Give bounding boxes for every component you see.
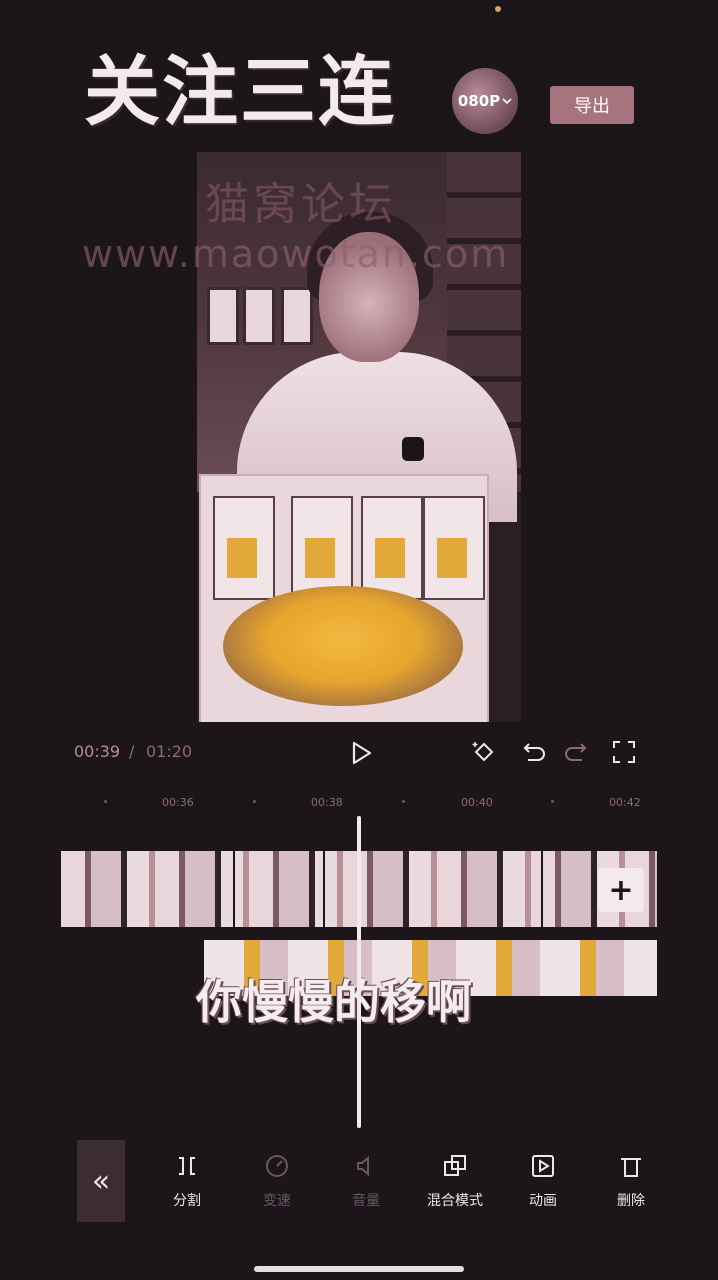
tool-label: 音量: [352, 1193, 380, 1209]
delete-icon: [621, 1158, 641, 1177]
tool-delete[interactable]: 删除: [591, 1152, 671, 1210]
ruler-label: 00:40: [461, 796, 493, 809]
tool-blend-mode[interactable]: 混合模式: [415, 1152, 495, 1210]
tool-label: 变速: [263, 1193, 291, 1209]
total-time: 01:20: [146, 742, 193, 761]
ruler-tick: [402, 800, 405, 803]
preview-food-bowl: [223, 586, 463, 706]
clip-divider: [323, 851, 325, 927]
collapse-toolbar-button[interactable]: «: [77, 1140, 125, 1222]
animation-icon: [532, 1155, 554, 1177]
ruler-label: 00:38: [311, 796, 343, 809]
preview-product-board: [199, 474, 489, 722]
ruler-tick: [551, 800, 554, 803]
home-indicator: [254, 1266, 464, 1272]
ruler-label: 00:36: [162, 796, 194, 809]
tool-label: 分割: [173, 1193, 201, 1209]
split-icon: [179, 1157, 195, 1175]
redo-icon[interactable]: [564, 738, 592, 766]
clip-divider: [233, 851, 235, 927]
preview-bottle: [207, 287, 239, 345]
clip-divider: [541, 851, 543, 927]
preview-bottle: [281, 287, 313, 345]
preview-product-pack: [361, 496, 423, 600]
resolution-button[interactable]: 080P: [452, 68, 518, 134]
tool-animation[interactable]: 动画: [503, 1152, 583, 1210]
volume-icon: [357, 1155, 369, 1177]
play-icon[interactable]: [348, 740, 374, 766]
speed-icon: [266, 1155, 288, 1177]
playhead[interactable]: [357, 816, 361, 1128]
double-chevron-left-icon: «: [91, 1163, 111, 1199]
export-button[interactable]: 导出: [550, 86, 634, 124]
tool-speed[interactable]: 变速: [237, 1152, 317, 1210]
ruler-label: 00:42: [609, 796, 641, 809]
current-time: 00:39: [74, 742, 121, 761]
watermark-url: www.maowotan.com: [82, 232, 510, 276]
status-dot: [495, 6, 501, 12]
tool-volume[interactable]: 音量: [326, 1152, 406, 1210]
blend-mode-icon: [444, 1155, 466, 1176]
add-clip-button[interactable]: +: [598, 868, 644, 912]
preview-product-pack: [213, 496, 275, 600]
chevron-down-icon: [502, 98, 512, 105]
tool-split[interactable]: 分割: [147, 1152, 227, 1210]
undo-icon[interactable]: [518, 738, 546, 766]
time-separator: /: [129, 742, 135, 761]
preview-bottle: [243, 287, 275, 345]
fullscreen-icon[interactable]: [610, 738, 638, 766]
preview-microphone: [402, 437, 424, 461]
ruler-tick: [253, 800, 256, 803]
keyframe-icon[interactable]: [470, 738, 498, 766]
tool-label: 删除: [617, 1193, 645, 1209]
subtitle-text: 你慢慢的移啊: [196, 975, 472, 1029]
tool-label: 动画: [529, 1193, 557, 1209]
preview-product-pack: [423, 496, 485, 600]
overlay-title: 关注三连: [84, 47, 396, 136]
watermark-site-name: 猫窝论坛: [205, 179, 397, 230]
resolution-label: 080P: [457, 92, 501, 110]
ruler-tick: [104, 800, 107, 803]
tool-label: 混合模式: [427, 1193, 483, 1209]
preview-product-pack: [291, 496, 353, 600]
